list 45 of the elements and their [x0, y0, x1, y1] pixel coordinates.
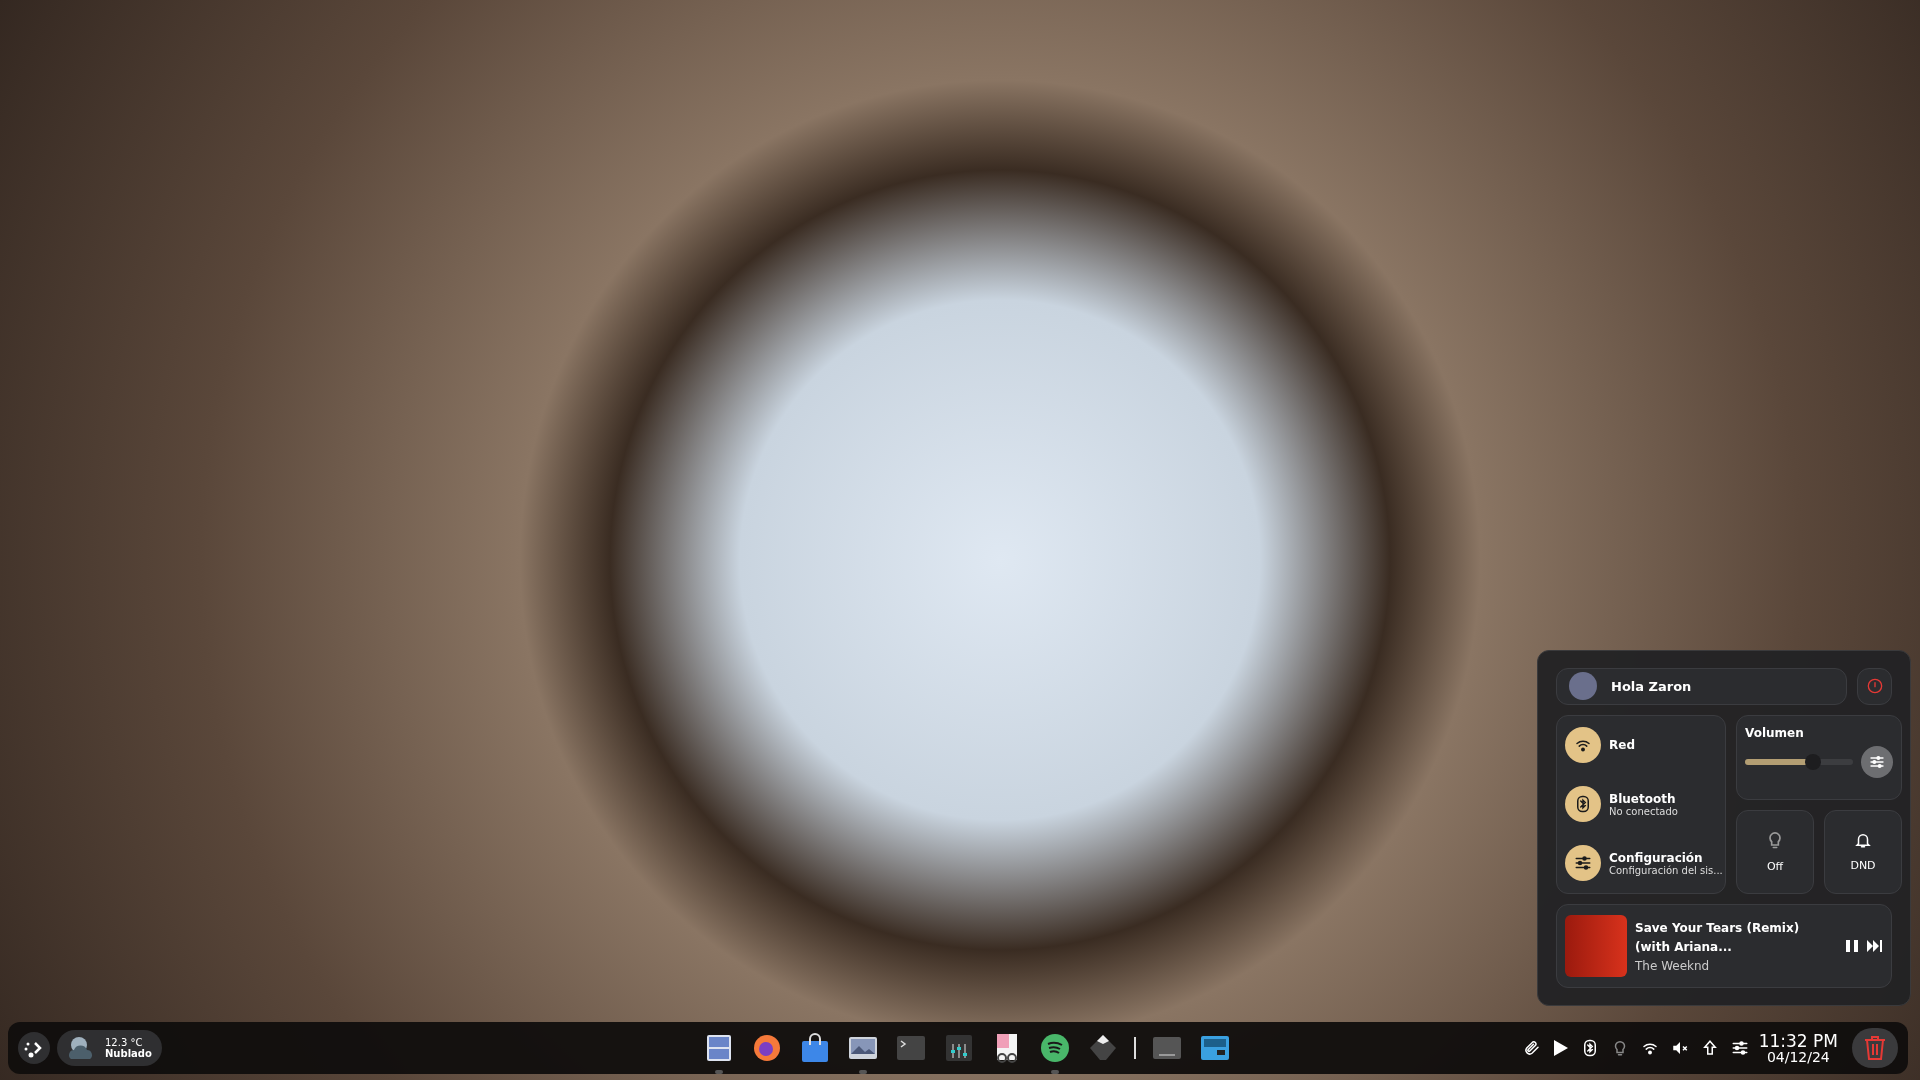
sound-waves-circle-icon: [1039, 1032, 1072, 1064]
album-cover-placeholder: [1565, 914, 1627, 977]
launcher-button[interactable]: [18, 1032, 50, 1064]
bluetooth-icon: [1574, 795, 1592, 814]
quick-tile[interactable]: DND: [1824, 809, 1902, 894]
greeting: Hola Zaron: [1611, 678, 1692, 694]
trash-button[interactable]: [1852, 1028, 1898, 1068]
toggle-title: Bluetooth: [1609, 791, 1677, 806]
volume-slider[interactable]: [1745, 753, 1853, 770]
settings-sliders-icon: [1730, 1039, 1749, 1057]
quick-tile[interactable]: Off: [1736, 809, 1814, 894]
mixer-button[interactable]: [1861, 745, 1893, 778]
trash-icon: [1864, 1036, 1886, 1060]
slider-thumb[interactable]: [1805, 753, 1822, 770]
toggle-title: Red: [1609, 738, 1635, 753]
track-title: Save Your Tears (Remix) (with Ariana...: [1635, 919, 1801, 956]
bell-icon: [1854, 831, 1872, 850]
toggle-title: Configuración: [1609, 850, 1704, 865]
avatar: [1569, 672, 1597, 701]
tray-button[interactable]: [1552, 1039, 1569, 1057]
temperature: 12.3 °C: [105, 1037, 144, 1048]
clock-time: 11:32 PM: [1758, 1032, 1838, 1050]
power-button[interactable]: [1857, 668, 1892, 705]
pause-icon: [1845, 938, 1859, 953]
toggle-subtitle: No conectado: [1609, 805, 1678, 817]
power-icon: [1866, 678, 1883, 695]
clock-date: 04/12/24: [1766, 1049, 1830, 1064]
toggle-subtitle: Configuración del sis...: [1609, 864, 1723, 876]
toggle-item[interactable]: Red: [1565, 727, 1717, 764]
weather-widget[interactable]: 12.3 °C Nublado: [57, 1030, 162, 1066]
next-button[interactable]: [1867, 938, 1883, 953]
user-card[interactable]: Hola Zaron: [1556, 668, 1847, 705]
weather-condition: Nublado: [105, 1048, 152, 1059]
toggle-item[interactable]: Bluetooth No conectado: [1565, 786, 1717, 823]
track-artist: The Weeknd: [1635, 958, 1711, 973]
settings-icon: [1574, 854, 1592, 873]
tray-button[interactable]: [1522, 1039, 1541, 1057]
pause-button[interactable]: [1845, 938, 1859, 953]
play-icon: [1552, 1039, 1569, 1057]
tray-button[interactable]: [1730, 1039, 1749, 1057]
skip-forward-icon: [1867, 938, 1883, 953]
volume-label: Volumen: [1745, 725, 1805, 740]
cloud-icon: [67, 1035, 95, 1061]
paperclip-icon: [1522, 1039, 1541, 1057]
sliders-icon: [1869, 753, 1885, 770]
